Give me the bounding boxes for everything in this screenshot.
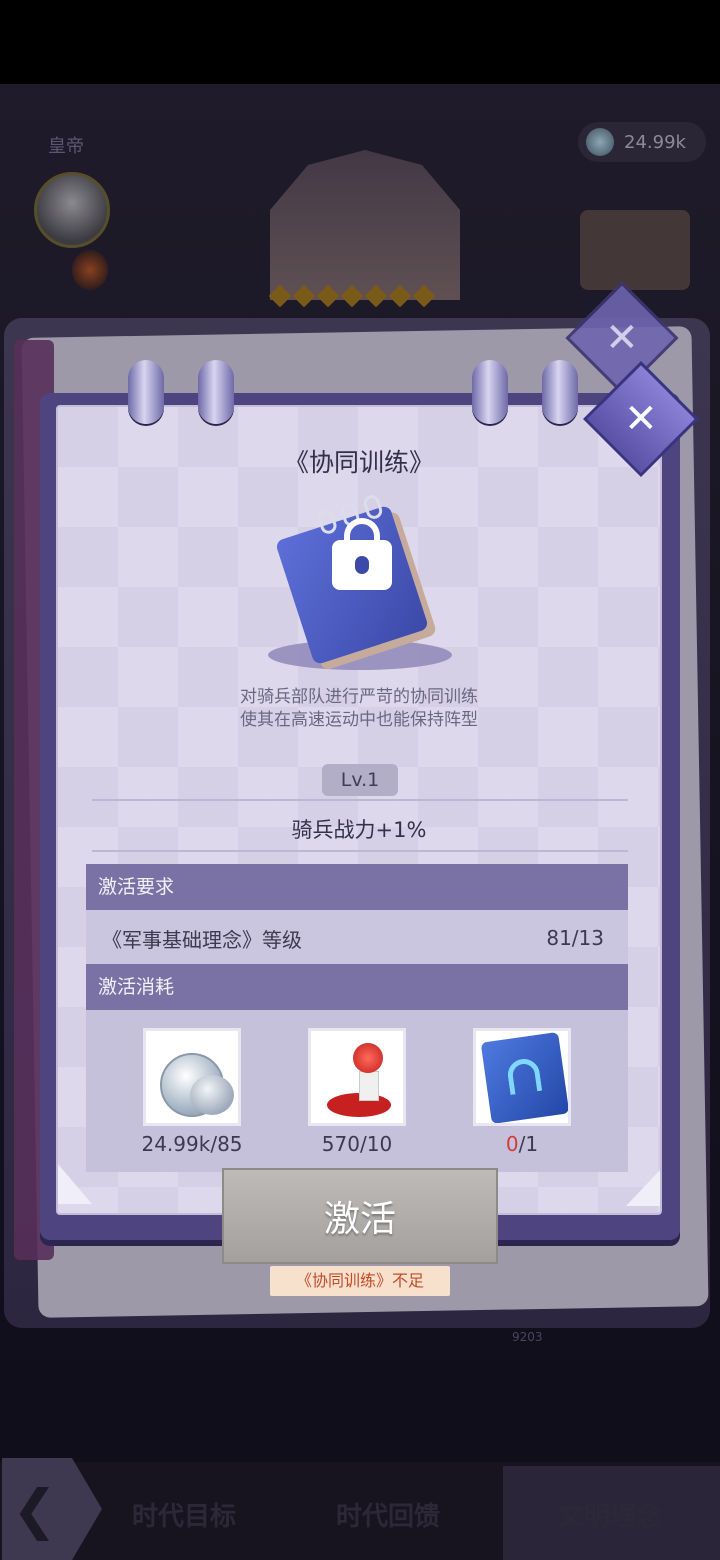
activate-label: 激活 [323,1199,396,1240]
tab-era-rewards[interactable]: 时代回馈 [336,1496,440,1533]
binder-ring [198,360,234,424]
book-decoration [580,210,690,290]
requirement-header: 激活要求 [86,864,628,910]
activate-button[interactable]: 激活 [222,1168,498,1264]
requirement-row: 《军事基础理念》等级 81/13 [86,910,628,966]
item-description: 对骑兵部队进行严苛的协同训练 使其在高速运动中也能保持阵型 [56,686,662,732]
keyhole [355,556,369,574]
divider [92,799,628,801]
avatar[interactable] [34,172,110,248]
coin-icon [586,128,614,156]
cost-count: 0/1 [505,1132,539,1156]
tab-era-goals[interactable]: 时代目标 [132,1496,236,1533]
description-line: 使其在高速运动中也能保持阵型 [240,710,478,730]
cost-count: 570/10 [321,1132,393,1156]
status-bar-area [0,0,720,84]
cost-item[interactable]: 24.99k/85 [141,1028,243,1156]
cost-item[interactable]: 570/10 [308,1028,406,1156]
binder-ring [542,360,578,424]
currency-display: 24.99k [578,122,706,162]
silver-coin-icon [143,1028,241,1126]
red-stamp-icon [308,1028,406,1126]
rank-label: 皇帝 [48,136,84,157]
effect-text: 骑兵战力+1% [291,818,427,842]
binder-ring [472,360,508,424]
close-icon: ✕ [624,395,658,442]
level-badge: Lv.1 [322,764,398,796]
divider [92,850,628,852]
insufficient-warning: 《协同训练》不足 [270,1266,450,1296]
requirement-name: 《军事基础理念》等级 [102,927,302,952]
binder-ring [128,360,164,424]
currency-value: 24.99k [624,131,686,153]
cost-header: 激活消耗 [86,964,628,1010]
cost-count: 24.99k/85 [141,1132,243,1156]
cost-item[interactable]: 0/1 [473,1028,571,1156]
dialog-title: 《协同训练》 [283,448,434,477]
background-number: 9203 [512,1330,543,1344]
blue-horseshoe-book-icon [473,1028,571,1126]
chevron-left-icon: ❮ [12,1477,58,1541]
progress-diamonds [268,284,436,308]
requirement-value: 81/13 [546,926,604,950]
tab-civilization-ideas[interactable]: 文明理念 [558,1496,662,1533]
fire-decoration [72,250,108,290]
description-line: 对骑兵部队进行严苛的协同训练 [240,687,478,707]
